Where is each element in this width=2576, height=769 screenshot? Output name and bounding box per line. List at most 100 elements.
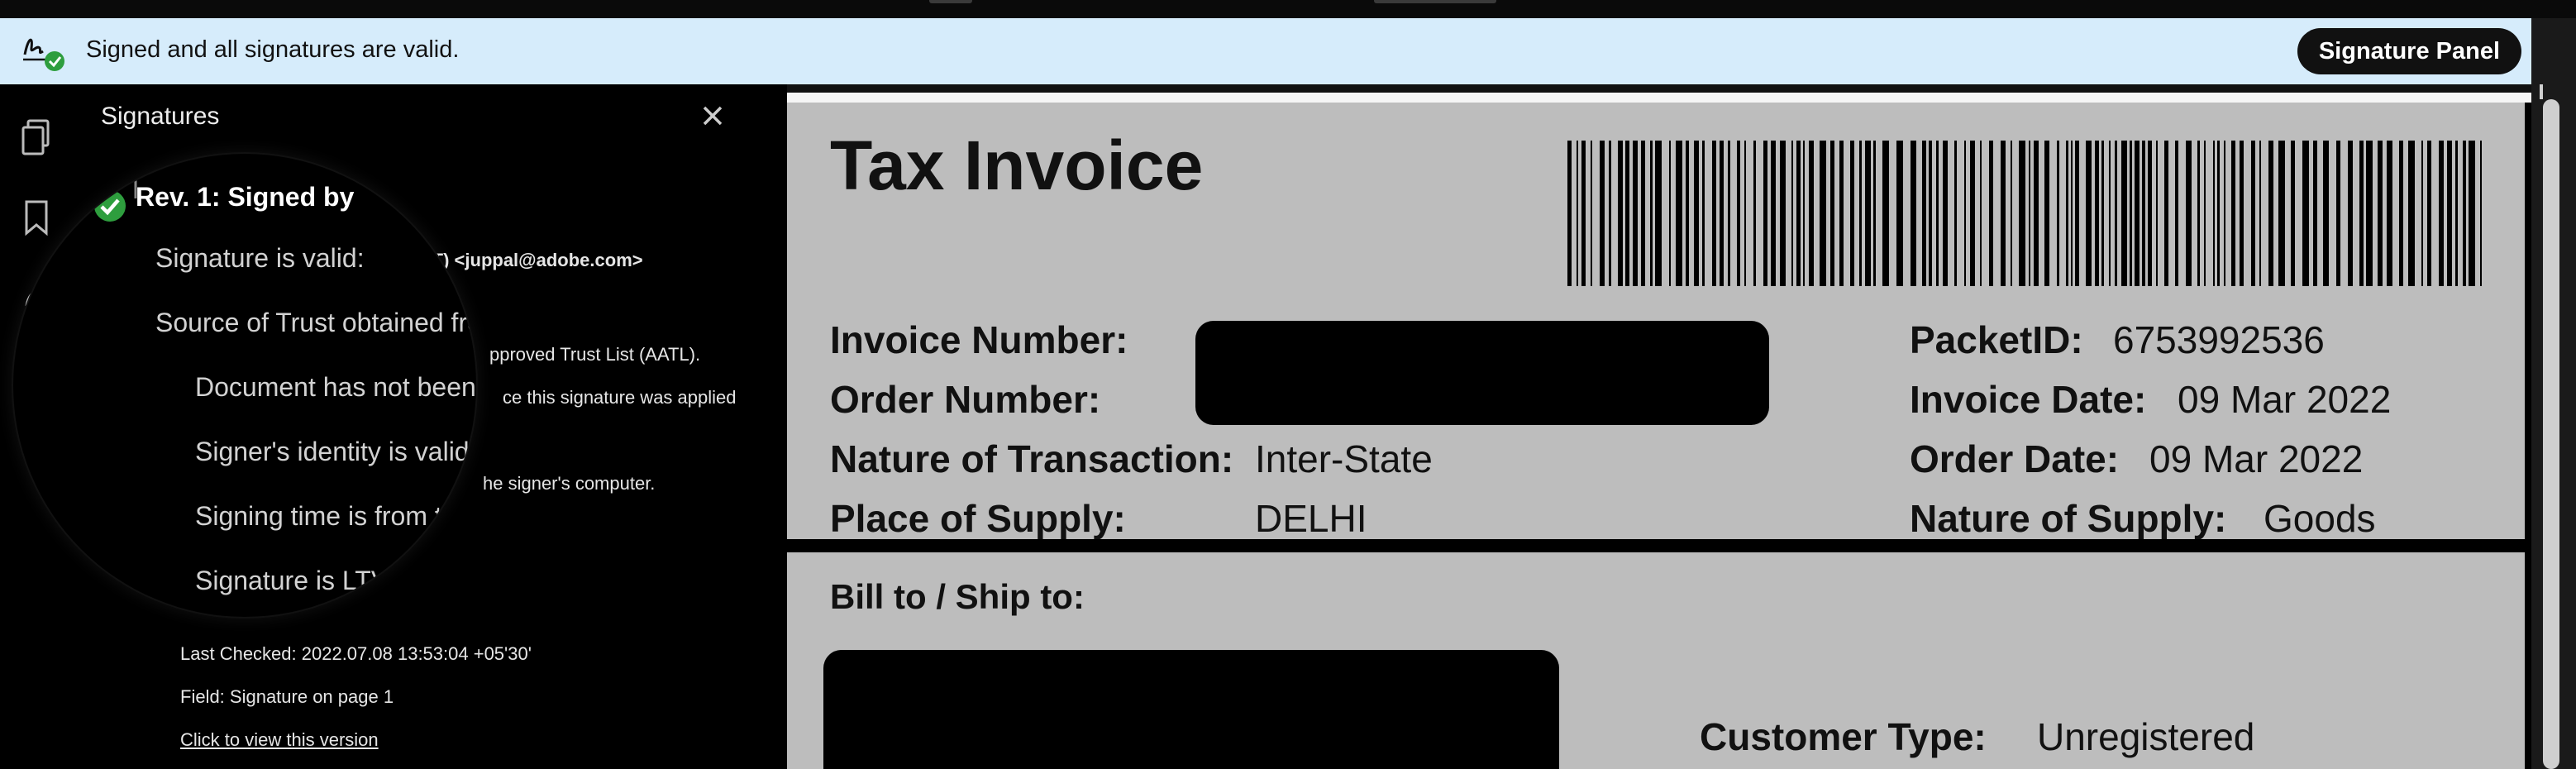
barcode-bar	[2439, 141, 2444, 286]
barcode-bar	[2224, 141, 2225, 286]
barcode-bar	[2109, 141, 2111, 286]
barcode-bar	[2156, 141, 2158, 286]
signing-time-text: he signer's computer.	[483, 473, 656, 494]
revision-label[interactable]: Rev. 1: Signed by	[136, 182, 354, 213]
barcode-bar	[2447, 141, 2452, 286]
document-title: Tax Invoice	[830, 127, 1204, 204]
nature-of-supply-value: Goods	[2264, 497, 2376, 540]
barcode-bar	[1609, 141, 1611, 286]
place-of-supply-value: DELHI	[1255, 497, 1367, 540]
barcode-bar	[2175, 141, 2178, 286]
barcode-bar	[2019, 141, 2025, 286]
barcode-bar	[2095, 141, 2099, 286]
scrollbar-arrow[interactable]	[2540, 84, 2543, 99]
barcode-bar	[2213, 141, 2215, 286]
toolbar-indicator	[929, 0, 972, 3]
barcode-bar	[2011, 141, 2012, 286]
top-toolbar-strip	[0, 0, 2576, 18]
barcode-bar	[2313, 141, 2317, 286]
barcode-bar	[2217, 141, 2220, 286]
barcode-bar	[2387, 141, 2392, 286]
barcode-bar	[1830, 141, 1834, 286]
barcode-bar	[2240, 141, 2244, 286]
barcode-bar	[1625, 141, 1629, 286]
barcode-bar	[2302, 141, 2309, 286]
barcode-bar	[1771, 141, 1776, 286]
barcode-bar	[2480, 141, 2482, 286]
trust-source-line: Source of Trust obtained from	[155, 308, 476, 337]
barcode-bar	[1655, 141, 1662, 286]
barcode-bar	[2291, 141, 2295, 286]
barcode-bar	[1744, 141, 1746, 286]
scrollbar-thumb[interactable]	[2543, 99, 2559, 769]
barcode-bar	[1803, 141, 1805, 286]
modification-status-text: ce this signature was applied	[503, 387, 737, 408]
barcode-bar	[1936, 141, 1939, 286]
bill-to-label: Bill to / Ship to:	[830, 577, 1085, 616]
nature-of-transaction-label: Nature of Transaction:	[830, 437, 1234, 480]
barcode-bar	[1980, 141, 1982, 286]
barcode-bar	[1850, 141, 1854, 286]
order-date-value: 09 Mar 2022	[2149, 437, 2364, 480]
barcode-bar	[2121, 141, 2127, 286]
barcode-bar	[1600, 141, 1605, 286]
barcode-bar	[2142, 141, 2145, 286]
barcode-bar	[2197, 141, 2200, 286]
signature-valid-line: Signature is valid:	[155, 243, 365, 273]
barcode-bar	[2071, 141, 2073, 286]
nature-of-supply-label: Nature of Supply:	[1910, 497, 2227, 540]
barcode-bar	[1820, 141, 1826, 286]
ltv-line: Signature is LTV	[195, 566, 389, 595]
barcode-bar	[2366, 141, 2373, 286]
barcode-bar	[1676, 141, 1682, 286]
barcode-bar	[1694, 141, 1699, 286]
barcode-bar	[2399, 141, 2403, 286]
barcode-bar	[1780, 141, 1786, 286]
barcode-bar	[2130, 141, 2132, 286]
order-number-label: Order Number:	[830, 378, 1101, 421]
packet-id-label: PacketID:	[1910, 318, 2083, 361]
barcode	[1567, 141, 2482, 286]
barcode-bar	[2001, 141, 2006, 286]
view-version-link[interactable]: Click to view this version	[180, 729, 379, 751]
barcode-bar	[2463, 141, 2466, 286]
customer-type-value: Unregistered	[2037, 715, 2255, 758]
signatures-panel-title: Signatures	[101, 103, 220, 130]
invoice-date-value: 09 Mar 2022	[2178, 378, 2392, 421]
pages-icon[interactable]	[18, 117, 55, 159]
barcode-bar	[1929, 141, 1932, 286]
barcode-bar	[1712, 141, 1716, 286]
signature-panel-button[interactable]: Signature Panel	[2297, 28, 2521, 74]
page-right-edge	[2525, 103, 2531, 769]
customer-type-label: Customer Type:	[1700, 715, 1987, 758]
barcode-bar	[2421, 141, 2423, 286]
barcode-bar	[1737, 141, 1740, 286]
barcode-bar	[1728, 141, 1730, 286]
nature-of-transaction-value: Inter-State	[1255, 437, 1433, 480]
close-icon[interactable]	[696, 99, 729, 132]
barcode-bar	[2204, 141, 2206, 286]
barcode-bar	[1839, 141, 1844, 286]
barcode-bar	[1970, 141, 1975, 286]
barcode-bar	[2066, 141, 2068, 286]
banner-message: Signed and all signatures are valid.	[86, 36, 460, 63]
barcode-bar	[2029, 141, 2030, 286]
signing-time-line: Signing time is from th	[195, 501, 457, 531]
barcode-bar	[2101, 141, 2104, 286]
barcode-bar	[2336, 141, 2340, 286]
barcode-bar	[1911, 141, 1916, 286]
barcode-bar	[2231, 141, 2235, 286]
barcode-bar	[2034, 141, 2039, 286]
barcode-bar	[1702, 141, 1705, 286]
bookmark-icon[interactable]	[18, 197, 55, 238]
barcode-bar	[2186, 141, 2192, 286]
barcode-bar	[1720, 141, 1724, 286]
barcode-bar	[1873, 141, 1876, 286]
barcode-bar	[1989, 141, 1993, 286]
place-of-supply-label: Place of Supply:	[830, 497, 1126, 540]
barcode-bar	[1618, 141, 1623, 286]
barcode-bar	[2408, 141, 2415, 286]
vertical-scrollbar[interactable]	[2531, 18, 2576, 769]
barcode-bar	[2148, 141, 2152, 286]
barcode-bar	[2268, 141, 2273, 286]
